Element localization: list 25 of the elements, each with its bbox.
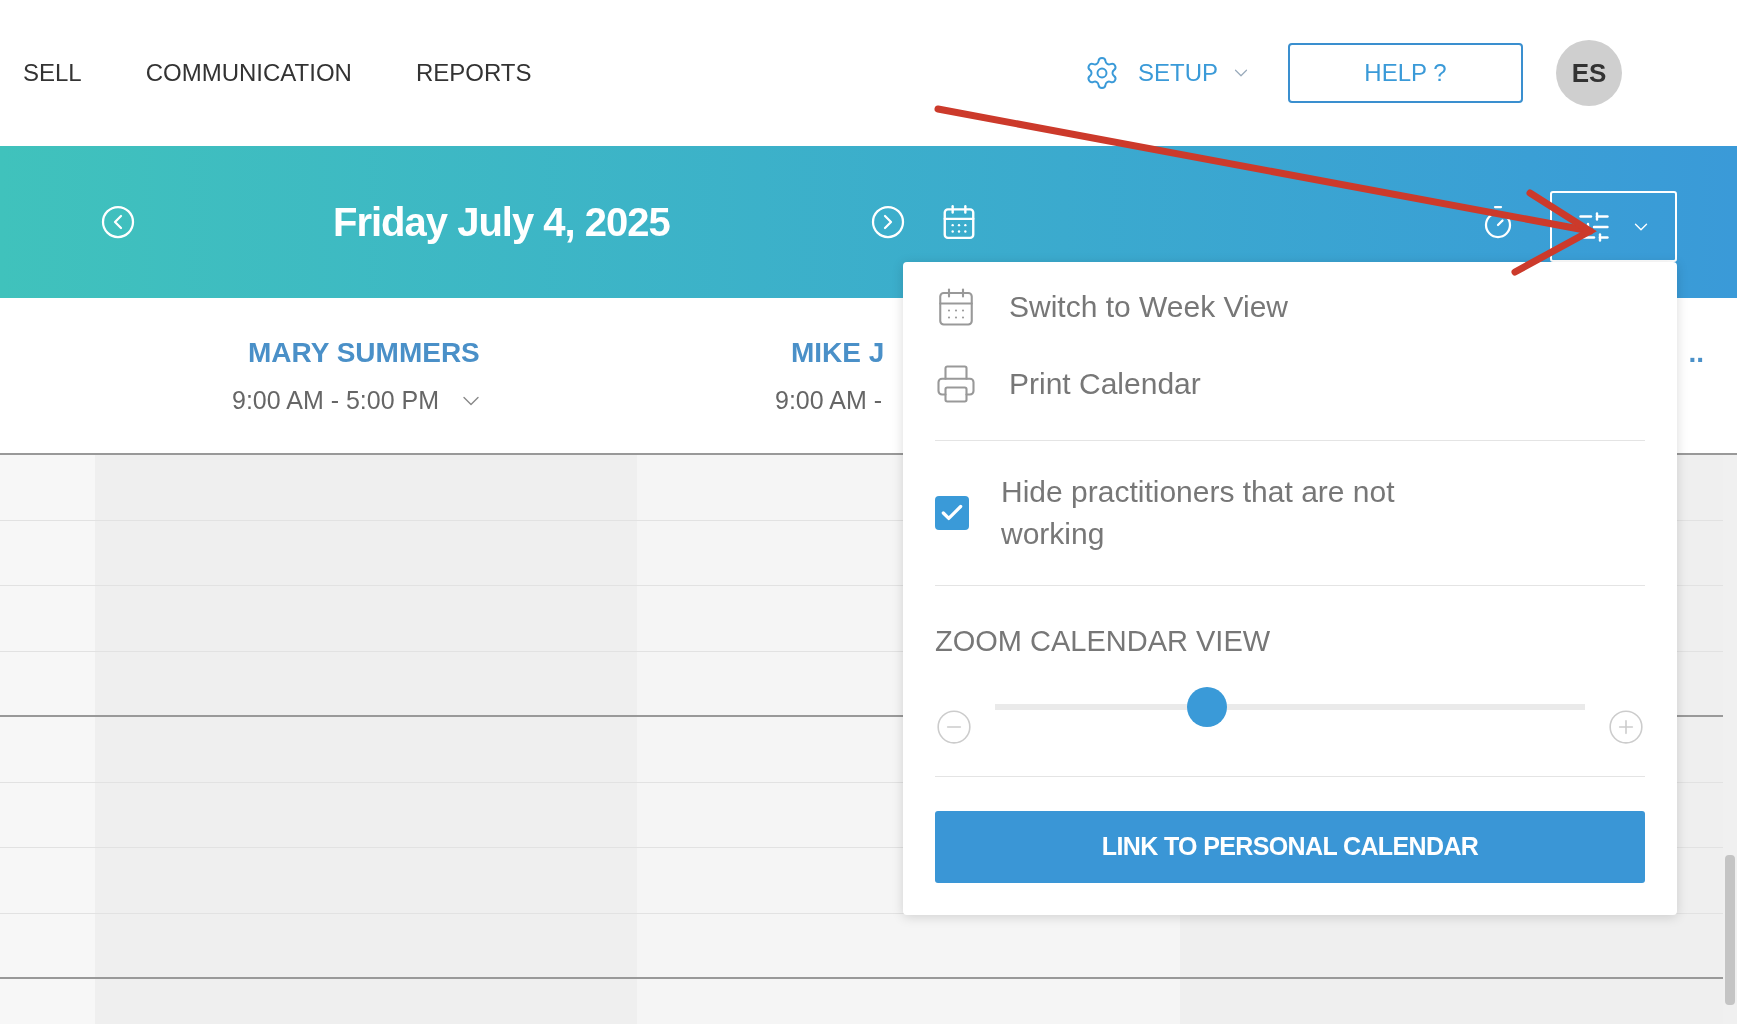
menu-item[interactable]: Switch to Week View: [935, 284, 1645, 329]
zoom-in-icon[interactable]: [1607, 707, 1645, 746]
working-hours: 9:00 AM -: [775, 385, 882, 416]
checkbox[interactable]: [935, 496, 969, 530]
zoom-label: ZOOM CALENDAR VIEW: [935, 624, 1272, 659]
practitioner-name[interactable]: MARY SUMMERS: [248, 332, 638, 374]
nav-item[interactable]: SELL: [23, 55, 82, 91]
previous-day-icon[interactable]: [100, 204, 136, 240]
menu-item[interactable]: Print Calendar: [935, 361, 1645, 406]
printer-icon: [935, 362, 977, 405]
next-day-icon[interactable]: [870, 204, 906, 240]
checkbox-label[interactable]: Hide practitioners that are not working: [1001, 471, 1461, 555]
scrollbar[interactable]: [1723, 455, 1737, 1024]
help-button[interactable]: HELP ?: [1288, 43, 1523, 103]
setup-menu[interactable]: SETUP: [1138, 55, 1218, 91]
nav-item[interactable]: REPORTS: [415, 55, 532, 91]
zoom-out-icon[interactable]: [935, 707, 973, 746]
zoom-slider-thumb[interactable]: [1187, 686, 1228, 727]
avatar[interactable]: ES: [1556, 40, 1622, 106]
practitioner-name[interactable]: ..: [1688, 332, 1704, 374]
date-title: Friday July 4, 2025: [333, 199, 670, 246]
working-hours: 9:00 AM - 5:00 PM: [232, 385, 440, 416]
nav-item[interactable]: COMMUNICATION: [145, 55, 352, 91]
link-calendar-button[interactable]: LINK TO PERSONAL CALENDAR: [935, 810, 1645, 883]
view-options-button[interactable]: [1550, 191, 1677, 262]
